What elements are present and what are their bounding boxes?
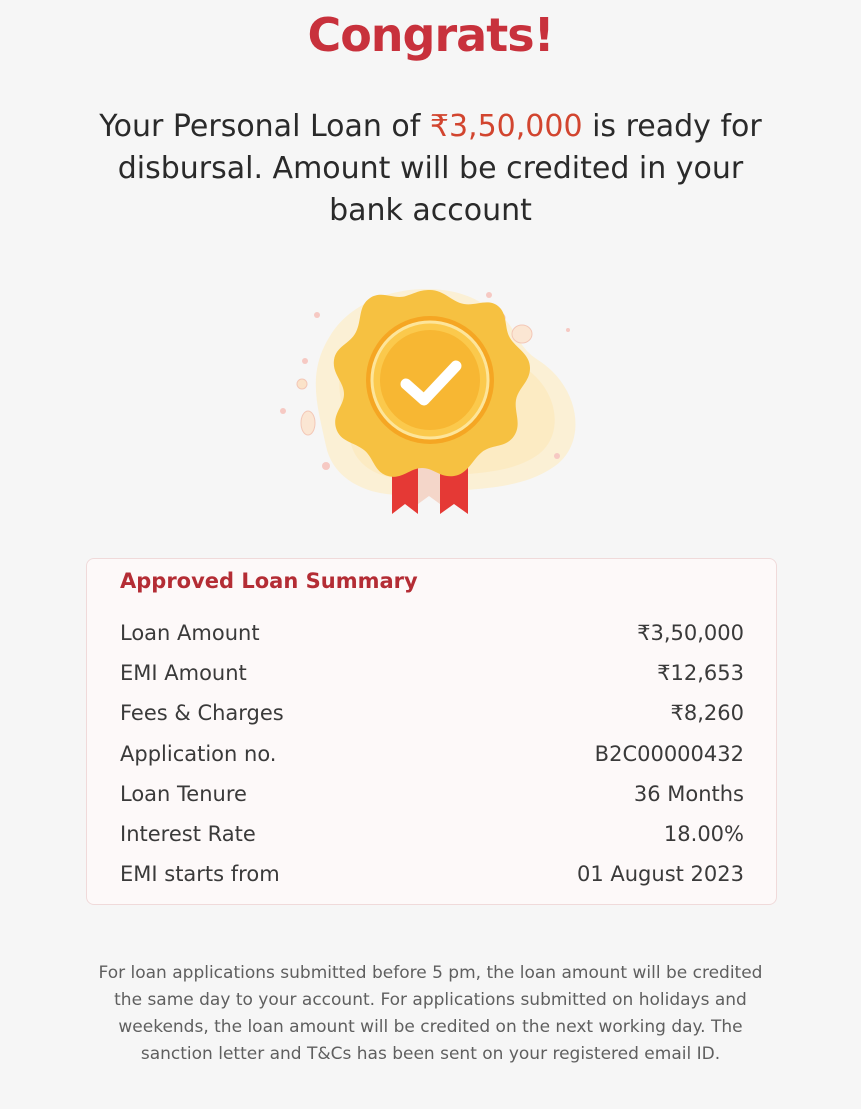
row-value: ₹8,260 [670,701,744,726]
loan-approval-screen: Congrats! Your Personal Loan of ₹3,50,00… [0,0,861,1109]
row-label: EMI Amount [120,661,247,686]
loan-summary-card: Approved Loan Summary Loan Amount ₹3,50,… [86,558,777,905]
row-value: ₹3,50,000 [637,621,744,646]
summary-row-interest-rate: Interest Rate 18.00% [120,814,744,854]
summary-row-application-no: Application no. B2C00000432 [120,734,744,774]
summary-row-fees-charges: Fees & Charges ₹8,260 [120,693,744,733]
row-value: 36 Months [633,781,744,806]
summary-row-loan-amount: Loan Amount ₹3,50,000 [120,613,744,653]
row-label: EMI starts from [120,862,280,887]
row-label: Application no. [120,741,277,766]
message-prefix: Your Personal Loan of [99,109,430,144]
loan-amount-highlight: ₹3,50,000 [429,109,583,144]
summary-rows: Loan Amount ₹3,50,000 EMI Amount ₹12,653… [120,613,744,894]
approval-message: Your Personal Loan of ₹3,50,000 is ready… [80,106,781,232]
summary-row-loan-tenure: Loan Tenure 36 Months [120,774,744,814]
row-label: Interest Rate [120,822,256,847]
row-value: B2C00000432 [594,741,744,766]
summary-row-emi-amount: EMI Amount ₹12,653 [120,653,744,693]
summary-title: Approved Loan Summary [120,569,418,593]
row-label: Fees & Charges [120,701,284,726]
row-label: Loan Tenure [120,781,247,806]
row-value: 01 August 2023 [576,862,744,887]
summary-row-emi-start: EMI starts from 01 August 2023 [120,854,744,894]
row-value: ₹12,653 [657,661,744,686]
row-label: Loan Amount [120,621,260,646]
award-badge-checkmark-icon [270,278,590,523]
disbursal-footnote: For loan applications submitted before 5… [98,963,763,1064]
page-title: Congrats! [307,8,554,62]
row-value: 18.00% [663,822,744,847]
